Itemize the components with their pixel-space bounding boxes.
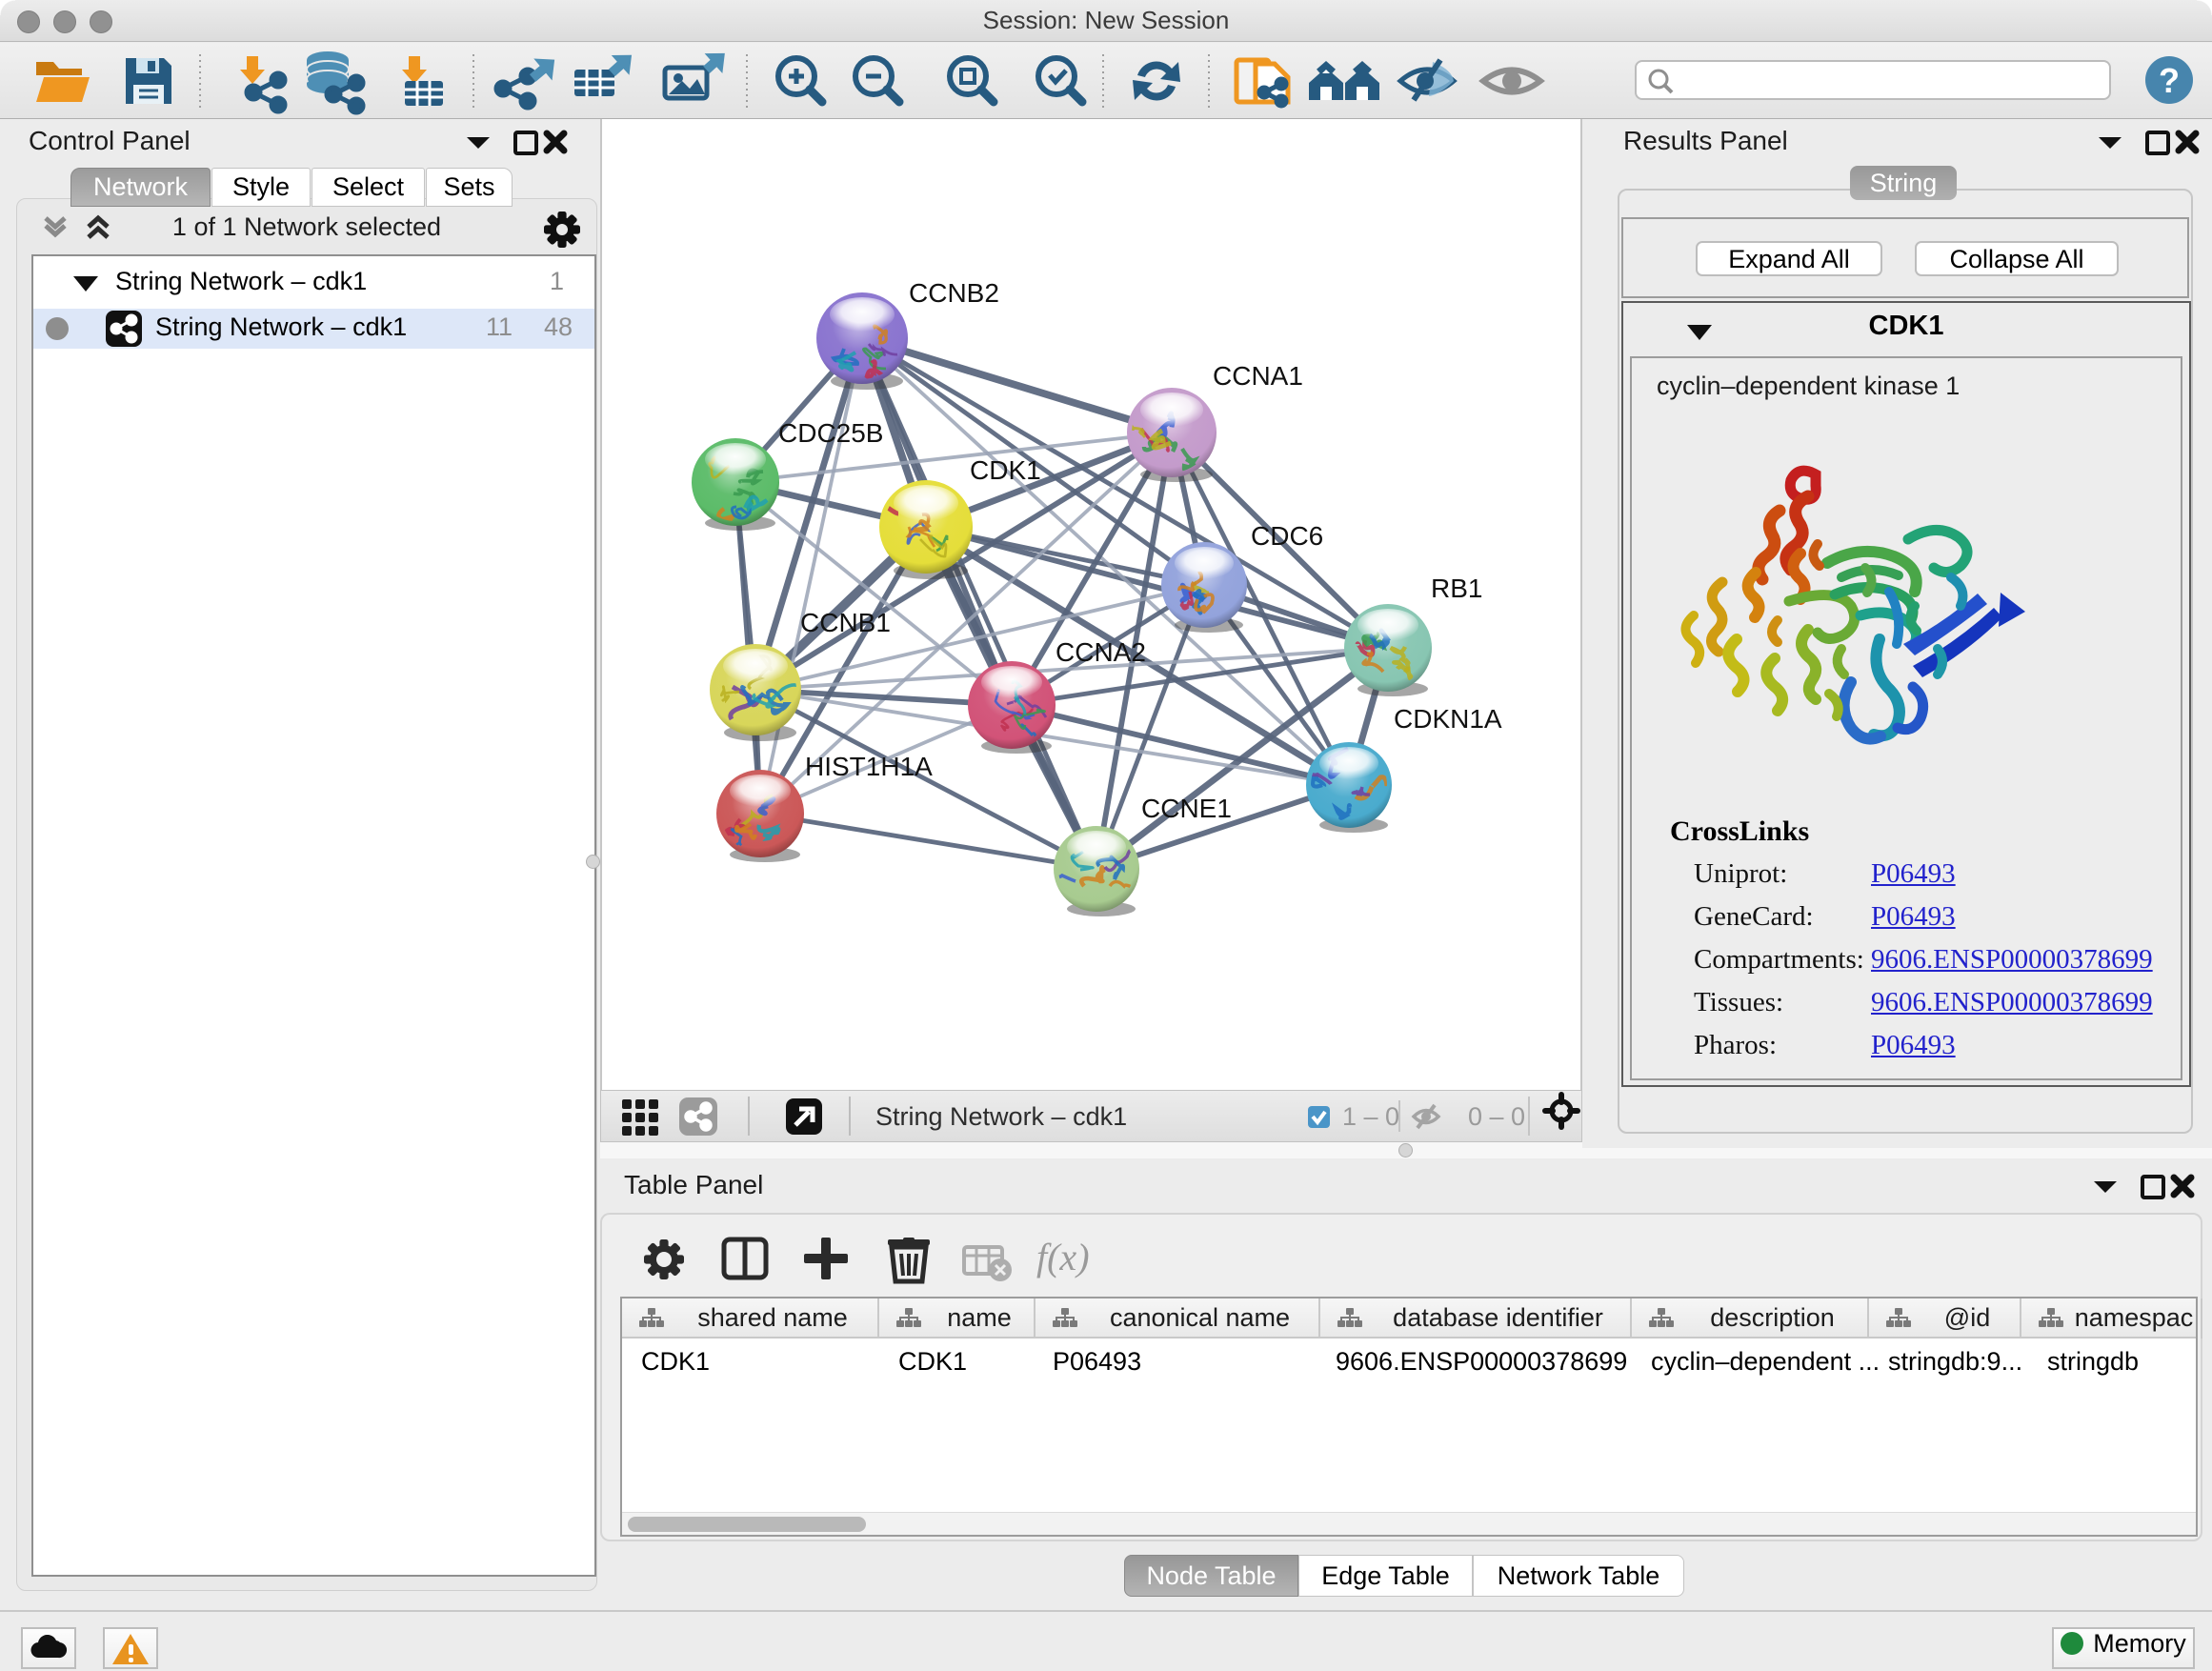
svg-text:RB1: RB1 [1431,574,1482,603]
svg-text:String Network – cdk1: String Network – cdk1 [875,1102,1127,1131]
svg-text:f(x): f(x) [1036,1236,1090,1278]
svg-text:CDK1: CDK1 [970,455,1041,485]
svg-text:CCNB1: CCNB1 [800,608,891,637]
svg-text:0 – 0: 0 – 0 [1468,1102,1525,1131]
svg-text:CDKN1A: CDKN1A [1394,704,1502,734]
svg-text:CCNB2: CCNB2 [909,278,999,308]
svg-text:CCNE1: CCNE1 [1141,794,1232,823]
svg-text:CCNA2: CCNA2 [1056,637,1146,667]
svg-text:HIST1H1A: HIST1H1A [805,752,933,781]
svg-text:CCNA1: CCNA1 [1213,361,1303,391]
svg-text:CDC25B: CDC25B [778,418,883,448]
svg-text:CDC6: CDC6 [1251,521,1323,551]
svg-text:1 – 0: 1 – 0 [1342,1102,1399,1131]
svg-text:?: ? [2159,61,2180,100]
